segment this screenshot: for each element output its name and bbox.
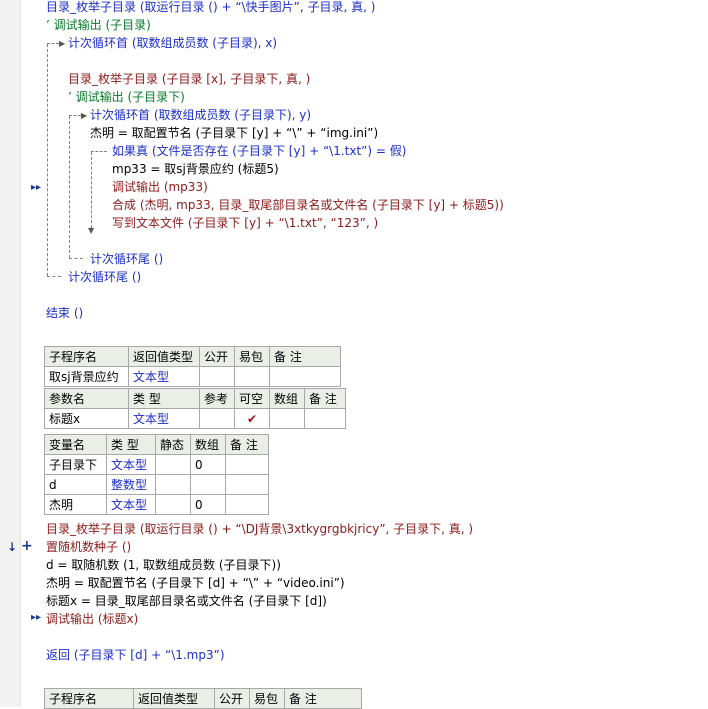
var-type-cell[interactable]: 文本型 bbox=[106, 494, 156, 515]
table-row[interactable]: 杰明 文本型 0 bbox=[44, 494, 269, 515]
code-line-7[interactable]: 杰明 = 取配置节名 (子目录下 [y] + “\” + “img.ini”) bbox=[90, 124, 378, 142]
param-remark-cell[interactable] bbox=[304, 408, 346, 429]
var-static-cell[interactable] bbox=[155, 454, 191, 475]
col-var-type: 类 型 bbox=[106, 434, 156, 455]
var-array-cell[interactable] bbox=[190, 474, 226, 495]
col-param-name: 参数名 bbox=[44, 388, 129, 409]
public-cell[interactable] bbox=[199, 366, 235, 387]
parameter-table: 参数名 类 型 参考 可空 数组 备 注 标题x 文本型 ✔ bbox=[44, 388, 346, 429]
return-type-cell[interactable]: 文本型 bbox=[128, 366, 200, 387]
variable-table: 变量名 类 型 静态 数组 备 注 子目录下 文本型 0 d 整数型 杰明 文本… bbox=[44, 434, 269, 515]
code-line-6[interactable]: 计次循环首 (取数组成员数 (子目录下), y) bbox=[90, 106, 311, 124]
var-name-cell[interactable]: 子目录下 bbox=[44, 454, 107, 475]
col-return-type-2: 返回值类型 bbox=[133, 688, 215, 709]
col-easy-package-2: 易包 bbox=[249, 688, 285, 709]
param-reference-cell[interactable] bbox=[199, 408, 235, 429]
var-remark-cell[interactable] bbox=[225, 474, 269, 495]
code-line-15[interactable]: 结束 () bbox=[46, 304, 83, 322]
code-line-22[interactable]: 返回 (子目录下 [d] + “\1.mp3”) bbox=[46, 646, 225, 664]
nullable-check-icon[interactable]: ✔ bbox=[234, 408, 270, 429]
code-line-1[interactable]: 目录_枚举子目录 (取运行目录 () + “\快手图片”, 子目录, 真, ) bbox=[46, 0, 375, 16]
subroutine-name-cell[interactable]: 取sj背景应约 bbox=[44, 366, 129, 387]
code-line-13[interactable]: 计次循环尾 () bbox=[90, 250, 163, 268]
col-remark-2: 备 注 bbox=[284, 688, 362, 709]
code-line-3[interactable]: 计次循环首 (取数组成员数 (子目录), x) bbox=[68, 34, 277, 52]
code-line-14[interactable]: 计次循环尾 () bbox=[68, 268, 141, 286]
code-line-9[interactable]: mp33 = 取sj背景应约 (标题5) bbox=[112, 160, 279, 178]
param-name-cell[interactable]: 标题x bbox=[44, 408, 129, 429]
col-array: 数组 bbox=[269, 388, 305, 409]
col-static: 静态 bbox=[155, 434, 191, 455]
col-remark: 备 注 bbox=[269, 346, 341, 367]
var-type-cell[interactable]: 文本型 bbox=[106, 454, 156, 475]
remark-cell[interactable] bbox=[269, 366, 341, 387]
code-line-16[interactable]: 目录_枚举子目录 (取运行目录 () + “\DJ背景\3xtkygrgbkjr… bbox=[46, 520, 473, 538]
table-row[interactable]: d 整数型 bbox=[44, 474, 269, 495]
code-line-19[interactable]: 杰明 = 取配置节名 (子目录下 [d] + “\” + “video.ini”… bbox=[46, 574, 345, 592]
param-array-cell[interactable] bbox=[269, 408, 305, 429]
col-public: 公开 bbox=[199, 346, 235, 367]
col-nullable: 可空 bbox=[234, 388, 270, 409]
code-line-18[interactable]: d = 取随机数 (1, 取数组成员数 (子目录下)) bbox=[46, 556, 281, 574]
table-row[interactable]: 子目录下 文本型 0 bbox=[44, 454, 269, 475]
var-static-cell[interactable] bbox=[155, 494, 191, 515]
var-array-cell[interactable]: 0 bbox=[190, 494, 226, 515]
code-line-11[interactable]: 合成 (杰明, mp33, 目录_取尾部目录名或文件名 (子目录下 [y] + … bbox=[112, 196, 504, 214]
col-easy-package: 易包 bbox=[234, 346, 270, 367]
var-array-cell[interactable]: 0 bbox=[190, 454, 226, 475]
code-line-17[interactable]: 置随机数种子 () bbox=[46, 538, 131, 556]
var-name-cell[interactable]: d bbox=[44, 474, 107, 495]
col-subroutine-name: 子程序名 bbox=[44, 346, 129, 367]
col-return-type: 返回值类型 bbox=[128, 346, 200, 367]
var-remark-cell[interactable] bbox=[225, 454, 269, 475]
code-line-12[interactable]: 写到文本文件 (子目录下 [y] + “\1.txt”, “123”, ) bbox=[112, 214, 378, 232]
col-var-name: 变量名 bbox=[44, 434, 107, 455]
code-line-4[interactable]: 目录_枚举子目录 (子目录 [x], 子目录下, 真, ) bbox=[68, 70, 310, 88]
subroutine-table-2: 子程序名 返回值类型 公开 易包 备 注 bbox=[44, 688, 362, 709]
code-line-21[interactable]: 调试输出 (标题x) bbox=[46, 610, 138, 628]
easy-package-cell[interactable] bbox=[234, 366, 270, 387]
col-public-2: 公开 bbox=[214, 688, 250, 709]
col-reference: 参考 bbox=[199, 388, 235, 409]
code-line-10[interactable]: 调试输出 (mp33) bbox=[112, 178, 208, 196]
code-line-20[interactable]: 标题x = 目录_取尾部目录名或文件名 (子目录下 [d]) bbox=[46, 592, 327, 610]
col-var-array: 数组 bbox=[190, 434, 226, 455]
var-type-cell[interactable]: 整数型 bbox=[106, 474, 156, 495]
code-line-2[interactable]: ’ 调试输出 (子目录) bbox=[46, 16, 151, 34]
param-type-cell[interactable]: 文本型 bbox=[128, 408, 200, 429]
col-param-remark: 备 注 bbox=[304, 388, 346, 409]
col-subroutine-name-2: 子程序名 bbox=[44, 688, 134, 709]
col-param-type: 类 型 bbox=[128, 388, 200, 409]
subroutine-table: 子程序名 返回值类型 公开 易包 备 注 取sj背景应约 文本型 bbox=[44, 346, 341, 387]
code-line-5[interactable]: ’ 调试输出 (子目录下) bbox=[68, 88, 185, 106]
var-remark-cell[interactable] bbox=[225, 494, 269, 515]
col-var-remark: 备 注 bbox=[225, 434, 269, 455]
var-static-cell[interactable] bbox=[155, 474, 191, 495]
var-name-cell[interactable]: 杰明 bbox=[44, 494, 107, 515]
code-line-8[interactable]: 如果真 (文件是否存在 (子目录下 [y] + “\1.txt”) = 假) bbox=[112, 142, 406, 160]
